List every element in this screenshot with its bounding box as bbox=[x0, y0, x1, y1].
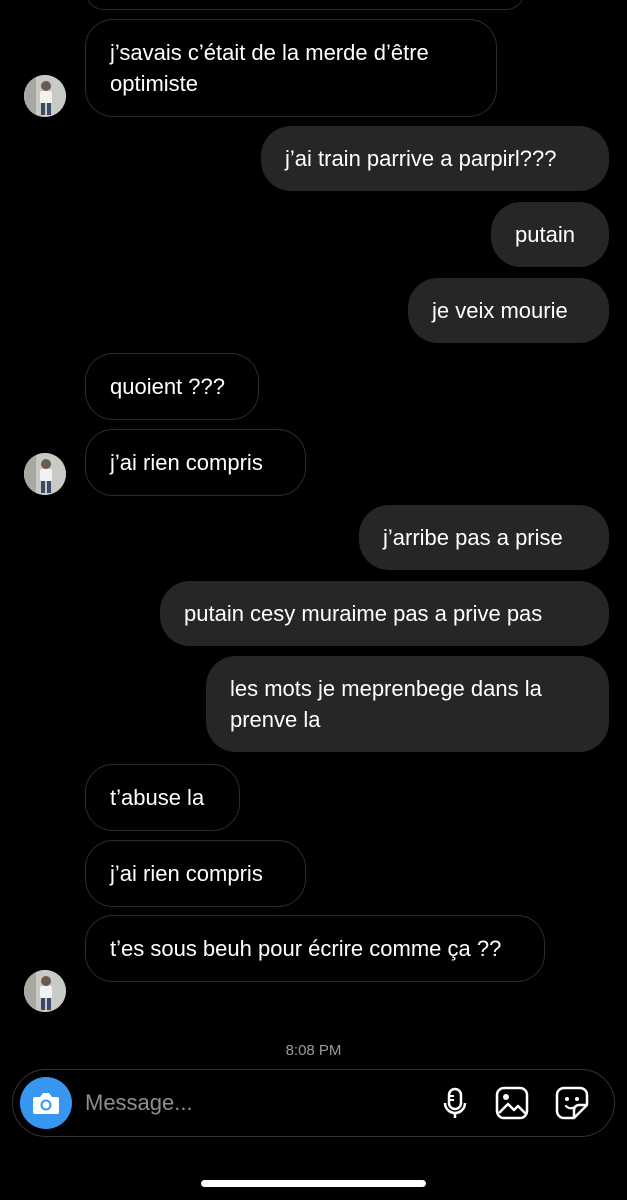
message-bubble-incoming[interactable]: j’savais c’était de la merde d’être opti… bbox=[85, 19, 497, 117]
message-timestamp: 8:08 PM bbox=[285, 1042, 342, 1059]
home-indicator[interactable] bbox=[201, 1180, 426, 1187]
contact-avatar[interactable] bbox=[24, 453, 66, 495]
image-icon[interactable] bbox=[494, 1085, 530, 1121]
message-bubble-outgoing[interactable]: les mots je meprenbege dans la prenve la bbox=[206, 656, 609, 752]
message-input[interactable] bbox=[85, 1084, 415, 1122]
message-bubble-outgoing[interactable]: j’arribe pas a prise bbox=[359, 505, 609, 570]
message-bubble-outgoing[interactable]: je veix mourie bbox=[408, 278, 609, 343]
message-bubble-outgoing[interactable]: putain cesy muraime pas a prive pas bbox=[160, 581, 609, 646]
message-bubble-incoming[interactable]: j’ai rien compris bbox=[85, 840, 306, 907]
avatar-photo bbox=[24, 453, 66, 495]
camera-button[interactable] bbox=[20, 1077, 72, 1129]
message-bubble-outgoing[interactable]: putain bbox=[491, 202, 609, 267]
contact-avatar[interactable] bbox=[24, 75, 66, 117]
message-bubble-incoming[interactable]: t’abuse la bbox=[85, 764, 240, 831]
message-bubble-incoming[interactable]: t’es sous beuh pour écrire comme ça ?? bbox=[85, 915, 545, 982]
message-composer bbox=[12, 1069, 615, 1137]
microphone-icon[interactable] bbox=[437, 1085, 473, 1121]
message-bubble-partial bbox=[85, 0, 525, 10]
message-bubble-incoming[interactable]: j’ai rien compris bbox=[85, 429, 306, 496]
contact-avatar[interactable] bbox=[24, 970, 66, 1012]
camera-icon bbox=[33, 1093, 59, 1114]
sticker-icon[interactable] bbox=[554, 1085, 590, 1121]
message-bubble-incoming[interactable]: quoient ??? bbox=[85, 353, 259, 420]
message-bubble-outgoing[interactable]: j’ai train parrive a parpirl??? bbox=[261, 126, 609, 191]
avatar-photo bbox=[24, 75, 66, 117]
avatar-photo bbox=[24, 970, 66, 1012]
